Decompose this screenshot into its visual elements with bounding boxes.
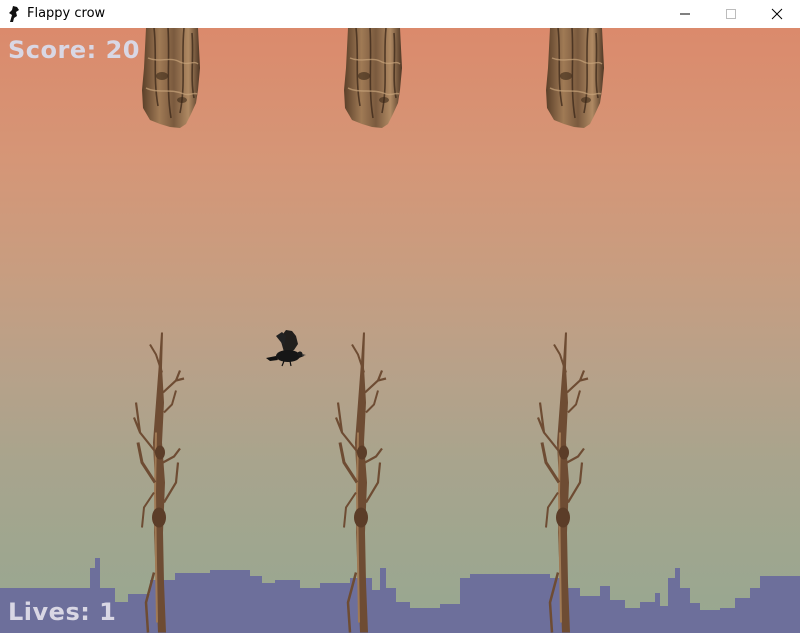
city-skyline — [0, 558, 800, 633]
close-icon — [771, 8, 783, 20]
maximize-button[interactable] — [708, 0, 754, 28]
title-bar[interactable]: Flappy crow — [0, 0, 800, 28]
score-display: Score: 20 — [8, 36, 140, 64]
minimize-icon — [680, 13, 690, 15]
crow-icon — [9, 6, 19, 22]
game-canvas[interactable]: Score: 20 Lives: 1 — [0, 28, 800, 633]
crow-player — [266, 330, 306, 367]
close-button[interactable] — [754, 0, 800, 28]
hanging-trunk-obstacle — [141, 28, 201, 128]
hanging-trunk-obstacle — [545, 28, 605, 128]
minimize-button[interactable] — [662, 0, 708, 28]
maximize-icon — [726, 9, 736, 19]
lives-display: Lives: 1 — [8, 598, 117, 626]
game-scene — [0, 28, 800, 633]
hanging-trunk-obstacle — [343, 28, 403, 128]
window-title: Flappy crow — [27, 6, 106, 21]
game-window: Flappy crow Score: 20 Lives: 1 — [0, 0, 800, 633]
